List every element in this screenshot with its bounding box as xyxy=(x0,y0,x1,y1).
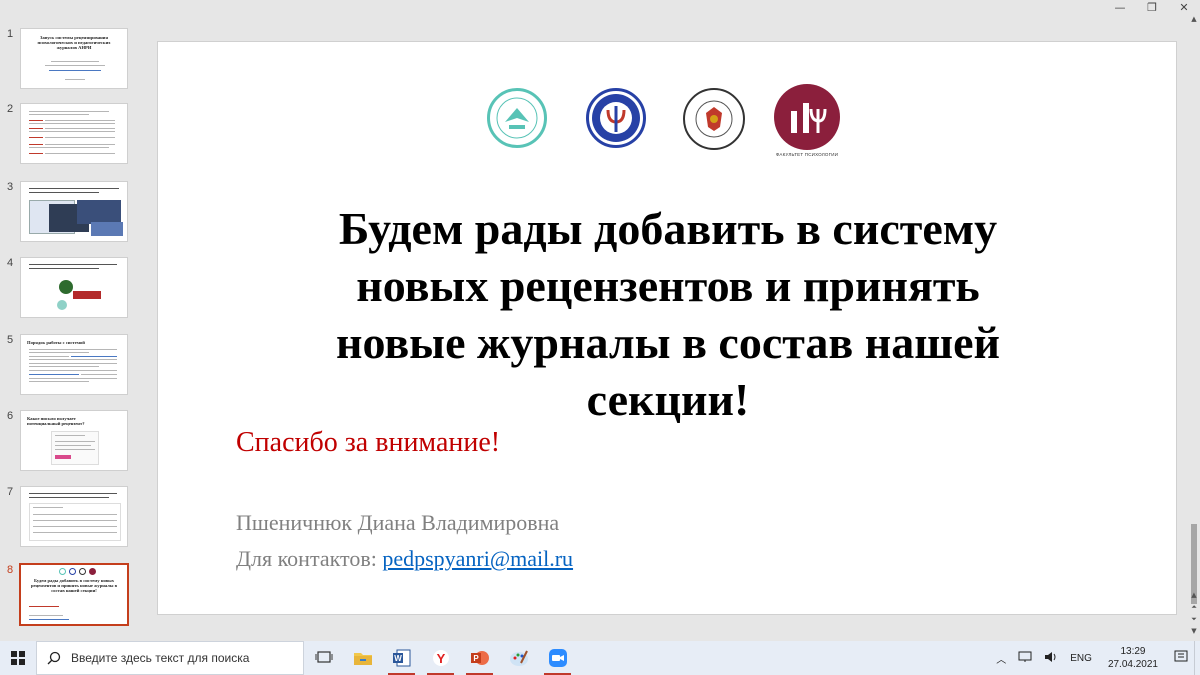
windows-taskbar: Введите здесь текст для поиска W Y P ︿ E… xyxy=(0,641,1200,675)
slide-thumbnail-2[interactable] xyxy=(20,103,128,164)
slide-number: 7 xyxy=(7,486,14,498)
slide-number: 1 xyxy=(7,28,14,40)
slide-headline[interactable]: Будем рады добавить в систему новых реце… xyxy=(248,200,1088,428)
show-desktop-button[interactable] xyxy=(1194,641,1200,675)
chevron-up-icon[interactable]: ︿ xyxy=(990,651,1012,666)
language-indicator[interactable]: ENG xyxy=(1064,653,1098,664)
powerpoint-icon[interactable]: P xyxy=(460,641,499,675)
slide-thumbnail-5[interactable]: Порядок работы с системой xyxy=(20,334,128,395)
faculty-caption: ФАКУЛЬТЕТ ПСИХОЛОГИИ xyxy=(775,152,839,157)
taskbar-search-input[interactable]: Введите здесь текст для поиска xyxy=(36,641,304,675)
vertical-scrollbar[interactable]: ▲ ▲ ⏶ ⏷ ▼ xyxy=(1188,14,1200,641)
headline-line: новые журналы в состав нашей xyxy=(335,317,1001,368)
svg-text:Y: Y xyxy=(436,651,445,666)
psychology-faculty-logo xyxy=(774,84,840,150)
scroll-up-icon[interactable]: ▲ xyxy=(1188,14,1200,24)
notifications-icon[interactable] xyxy=(1168,650,1194,667)
file-explorer-icon[interactable] xyxy=(343,641,382,675)
current-slide[interactable]: ФАКУЛЬТЕТ ПСИХОЛОГИИ Будем рады добавить… xyxy=(157,41,1177,615)
system-tray: ︿ ENG 13:29 27.04.2021 xyxy=(990,641,1200,675)
windows-start-icon[interactable] xyxy=(0,641,36,675)
contact-label: Для контактов: xyxy=(236,546,383,571)
svg-text:W: W xyxy=(394,654,402,663)
thumbnail-row-1[interactable]: 1 Запуск системы рецензирования психолог… xyxy=(0,28,145,92)
word-icon[interactable]: W xyxy=(382,641,421,675)
thanks-text[interactable]: Спасибо за внимание! xyxy=(236,427,500,459)
previous-slide-icon[interactable]: ⏶ xyxy=(1188,602,1200,612)
author-name[interactable]: Пшеничнюк Диана Владимировна xyxy=(236,510,559,536)
thumbnail-row-5[interactable]: 5 Порядок работы с системой xyxy=(0,334,145,398)
rao-logo xyxy=(683,88,745,150)
paint-icon[interactable] xyxy=(499,641,538,675)
thumbnail-row-7[interactable]: 7 xyxy=(0,486,145,550)
contact-line[interactable]: Для контактов: pedpspyanri@mail.ru xyxy=(236,546,573,572)
slide-number: 2 xyxy=(7,103,14,115)
restore-icon[interactable]: ❐ xyxy=(1136,0,1168,14)
next-slide-icon[interactable]: ⏷ xyxy=(1188,614,1200,624)
contact-email-link[interactable]: pedpspyanri@mail.ru xyxy=(382,546,573,571)
slide-number: 4 xyxy=(7,257,14,269)
minimize-icon[interactable]: — xyxy=(1104,0,1136,14)
slide-number: 5 xyxy=(7,334,14,346)
headline-line: Будем рады добавить в систему xyxy=(338,203,998,254)
volume-icon[interactable] xyxy=(1038,651,1064,666)
svg-text:P: P xyxy=(473,654,479,663)
thumbnail-row-6[interactable]: 6 Какое письмо получает потенциальный ре… xyxy=(0,410,145,474)
clock-time: 13:29 xyxy=(1120,646,1146,657)
headline-line: секции! xyxy=(586,374,750,425)
thumbnail-row-4[interactable]: 4 xyxy=(0,257,145,321)
thumbnail-title: Будем рады добавить в систему новых реце… xyxy=(30,578,118,594)
close-icon[interactable]: ✕ xyxy=(1168,0,1200,14)
thumbnail-title: Порядок работы с системой xyxy=(27,340,85,345)
scroll-down-icon[interactable]: ▼ xyxy=(1188,626,1200,636)
slide-thumbnail-4[interactable] xyxy=(20,257,128,318)
slide-thumbnail-1[interactable]: Запуск системы рецензирования психологич… xyxy=(20,28,128,89)
headline-line: новых рецензентов и принять xyxy=(356,260,980,311)
rpo-logo xyxy=(586,88,646,148)
network-icon[interactable] xyxy=(1012,651,1038,666)
thumbnail-row-8[interactable]: 8 Будем рады добавить в систему новых ре… xyxy=(0,563,145,628)
slide-number: 3 xyxy=(7,181,14,193)
scroll-up-icon[interactable]: ▲ xyxy=(1188,590,1200,600)
search-icon xyxy=(47,651,61,665)
slide-thumbnail-3[interactable] xyxy=(20,181,128,242)
slide-number: 8 xyxy=(7,564,14,576)
slide-thumbnail-6[interactable]: Какое письмо получает потенциальный реце… xyxy=(20,410,128,471)
task-view-icon[interactable] xyxy=(304,641,343,675)
slide-thumbnail-pane: 1 Запуск системы рецензирования психолог… xyxy=(0,14,145,641)
slide-thumbnail-8[interactable]: Будем рады добавить в систему новых реце… xyxy=(19,563,129,626)
slide-number: 6 xyxy=(7,410,14,422)
thumbnail-title: Какое письмо получает потенциальный реце… xyxy=(27,416,85,427)
yandex-browser-icon[interactable]: Y xyxy=(421,641,460,675)
thumbnail-title: Запуск системы рецензирования психологич… xyxy=(37,35,111,51)
clock-date: 27.04.2021 xyxy=(1107,659,1158,670)
thumbnail-row-3[interactable]: 3 xyxy=(0,181,145,245)
clock[interactable]: 13:29 27.04.2021 xyxy=(1098,645,1168,671)
anri-logo xyxy=(487,88,547,148)
window-controls: — ❐ ✕ xyxy=(1104,0,1200,14)
slide-thumbnail-7[interactable] xyxy=(20,486,128,547)
slide-editor: ФАКУЛЬТЕТ ПСИХОЛОГИИ Будем рады добавить… xyxy=(145,14,1188,641)
zoom-icon[interactable] xyxy=(538,641,577,675)
thumbnail-row-2[interactable]: 2 xyxy=(0,103,145,167)
search-placeholder: Введите здесь текст для поиска xyxy=(71,651,250,665)
